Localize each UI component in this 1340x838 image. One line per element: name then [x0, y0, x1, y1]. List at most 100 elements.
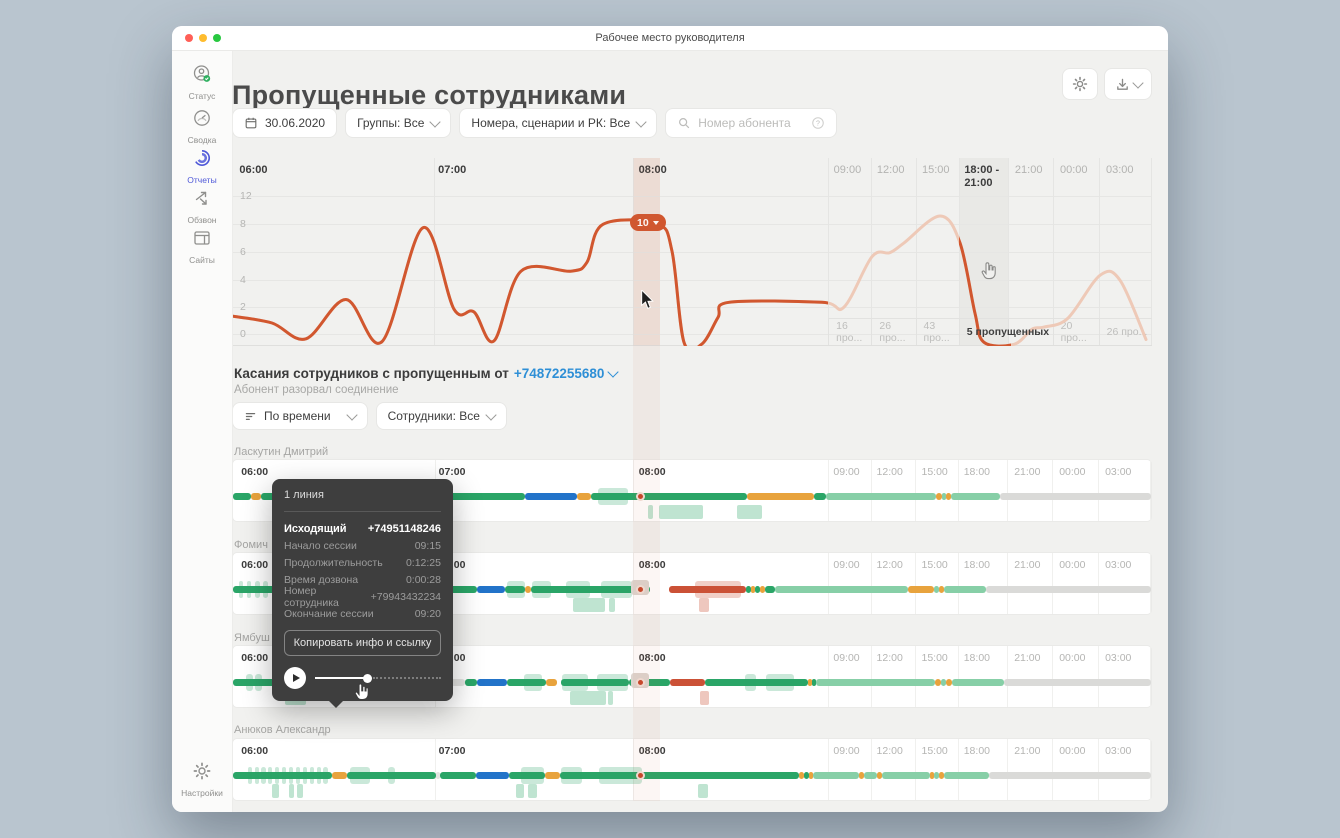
call-segment[interactable] — [747, 493, 815, 500]
call-segment[interactable] — [859, 772, 864, 779]
call-segment[interactable] — [477, 586, 505, 593]
minimize-window-button[interactable] — [199, 34, 207, 42]
call-segment[interactable] — [813, 772, 860, 779]
call-segment[interactable] — [669, 679, 705, 686]
timeline-hour-label: 09:00 — [833, 559, 860, 571]
header-actions — [1062, 68, 1152, 100]
call-segment[interactable] — [524, 493, 578, 500]
secondary-line-block[interactable] — [609, 598, 615, 612]
secondary-line-block[interactable] — [658, 505, 703, 519]
call-segment[interactable] — [985, 586, 1151, 593]
sidebar-item-gauge[interactable]: Сводка — [172, 108, 232, 145]
secondary-line-block[interactable] — [700, 691, 710, 705]
date-filter[interactable]: 30.06.2020 — [232, 108, 338, 138]
audio-progress-handle[interactable] — [363, 673, 372, 683]
call-segment[interactable] — [814, 493, 827, 500]
call-segment[interactable] — [759, 586, 765, 593]
download-button[interactable] — [1104, 68, 1152, 100]
call-segment[interactable] — [332, 772, 347, 779]
groups-filter[interactable]: Группы: Все — [345, 108, 452, 138]
play-button[interactable] — [284, 667, 306, 689]
call-segment[interactable] — [774, 586, 908, 593]
call-segment[interactable] — [946, 679, 952, 686]
sidebar-item-arrows[interactable]: Обзвон — [172, 188, 232, 225]
copy-info-link-button[interactable]: Копировать инфо и ссылку — [284, 630, 441, 656]
call-segment[interactable] — [577, 493, 592, 500]
secondary-line-block[interactable] — [698, 784, 708, 798]
call-segment[interactable] — [935, 679, 941, 686]
sidebar-item-browser[interactable]: Сайты — [172, 228, 232, 265]
peak-count-badge[interactable]: 10 — [630, 214, 666, 231]
call-segment[interactable] — [764, 586, 775, 593]
timeline-hour-label: 21:00 — [1014, 652, 1041, 664]
call-segment[interactable] — [546, 679, 558, 686]
secondary-line-block[interactable] — [608, 691, 614, 705]
call-segment[interactable] — [476, 772, 510, 779]
window-controls[interactable] — [185, 34, 221, 42]
zoom-window-button[interactable] — [213, 34, 221, 42]
secondary-line-block[interactable] — [515, 784, 524, 798]
help-icon[interactable]: ? — [811, 116, 825, 130]
call-segment[interactable] — [999, 493, 1151, 500]
sidebar-item-settings[interactable]: Настройки — [172, 761, 232, 798]
secondary-line-block[interactable] — [297, 784, 303, 798]
call-segment[interactable] — [936, 493, 942, 500]
employees-dropdown[interactable]: Сотрудники: Все — [375, 402, 507, 430]
tooltip-title: 1 линия — [284, 489, 324, 501]
missed-call-marker[interactable] — [635, 771, 645, 780]
call-segment[interactable] — [477, 679, 507, 686]
secondary-line-block[interactable] — [569, 691, 606, 705]
call-segment[interactable] — [943, 586, 986, 593]
audio-progress-slider[interactable] — [315, 673, 441, 683]
call-segment[interactable] — [950, 493, 1000, 500]
timeline-hour-label: 18:00 — [963, 466, 990, 478]
chevron-down-icon[interactable] — [607, 366, 620, 378]
sort-dropdown[interactable]: По времени — [232, 402, 368, 430]
numbers-filter[interactable]: Номера, сценарии и РК: Все — [459, 108, 658, 138]
secondary-line-block[interactable] — [699, 598, 709, 612]
settings-button[interactable] — [1062, 68, 1098, 100]
call-segment[interactable] — [803, 772, 809, 779]
sidebar-item-pie-chart[interactable]: Отчеты — [172, 148, 232, 185]
phone-link[interactable]: +74872255680 — [514, 366, 604, 381]
missed-call-marker[interactable] — [635, 585, 645, 594]
call-segment[interactable] — [440, 772, 477, 779]
sidebar-item-user-status[interactable]: Статус — [172, 64, 232, 101]
search-placeholder: Номер абонента — [698, 116, 791, 130]
secondary-line-block[interactable] — [288, 784, 295, 798]
secondary-line-block[interactable] — [736, 505, 762, 519]
call-segment[interactable] — [545, 772, 560, 779]
call-segment[interactable] — [559, 772, 800, 779]
missed-count-cell[interactable]: 5 пропущенных — [958, 319, 1049, 345]
page-title: Пропущенные сотрудниками — [232, 80, 627, 111]
gridline-vertical — [1006, 460, 1008, 521]
subscriber-search[interactable]: Номер абонента ? — [665, 108, 838, 138]
tooltip-row-label: Начало сессии — [284, 539, 357, 552]
secondary-line-block[interactable] — [527, 784, 537, 798]
missed-call-marker[interactable] — [635, 492, 645, 501]
timeline-row[interactable]: 06:00 07:00 08:00 09:00 12:00 15:00 18:00 21:00… — [232, 738, 1152, 801]
sidebar-item-label: Сайты — [189, 255, 215, 265]
call-segment[interactable] — [826, 493, 937, 500]
timeline-hour-label: 09:00 — [833, 466, 860, 478]
call-segment[interactable] — [251, 493, 261, 500]
missed-calls-chart[interactable]: 12 8 6 4 2 0 06:00 07:00 08:00 09:00 12:00 15:00 18:… — [232, 158, 1153, 346]
call-segment[interactable] — [988, 772, 1151, 779]
call-segment[interactable] — [882, 772, 930, 779]
close-window-button[interactable] — [185, 34, 193, 42]
secondary-line-block[interactable] — [572, 598, 605, 612]
call-segment[interactable] — [938, 772, 944, 779]
call-segment[interactable] — [465, 679, 478, 686]
call-segment[interactable] — [640, 493, 748, 500]
secondary-line-block[interactable] — [647, 505, 654, 519]
call-segment[interactable] — [907, 586, 935, 593]
secondary-line-block[interactable] — [272, 784, 279, 798]
missed-call-marker[interactable] — [635, 678, 645, 687]
call-segment[interactable] — [233, 493, 252, 500]
call-segment[interactable] — [951, 679, 1005, 686]
call-segment[interactable] — [938, 586, 944, 593]
call-segment[interactable] — [863, 772, 878, 779]
call-segment[interactable] — [1004, 679, 1151, 686]
call-segment[interactable] — [815, 679, 936, 686]
call-segment[interactable] — [943, 772, 989, 779]
